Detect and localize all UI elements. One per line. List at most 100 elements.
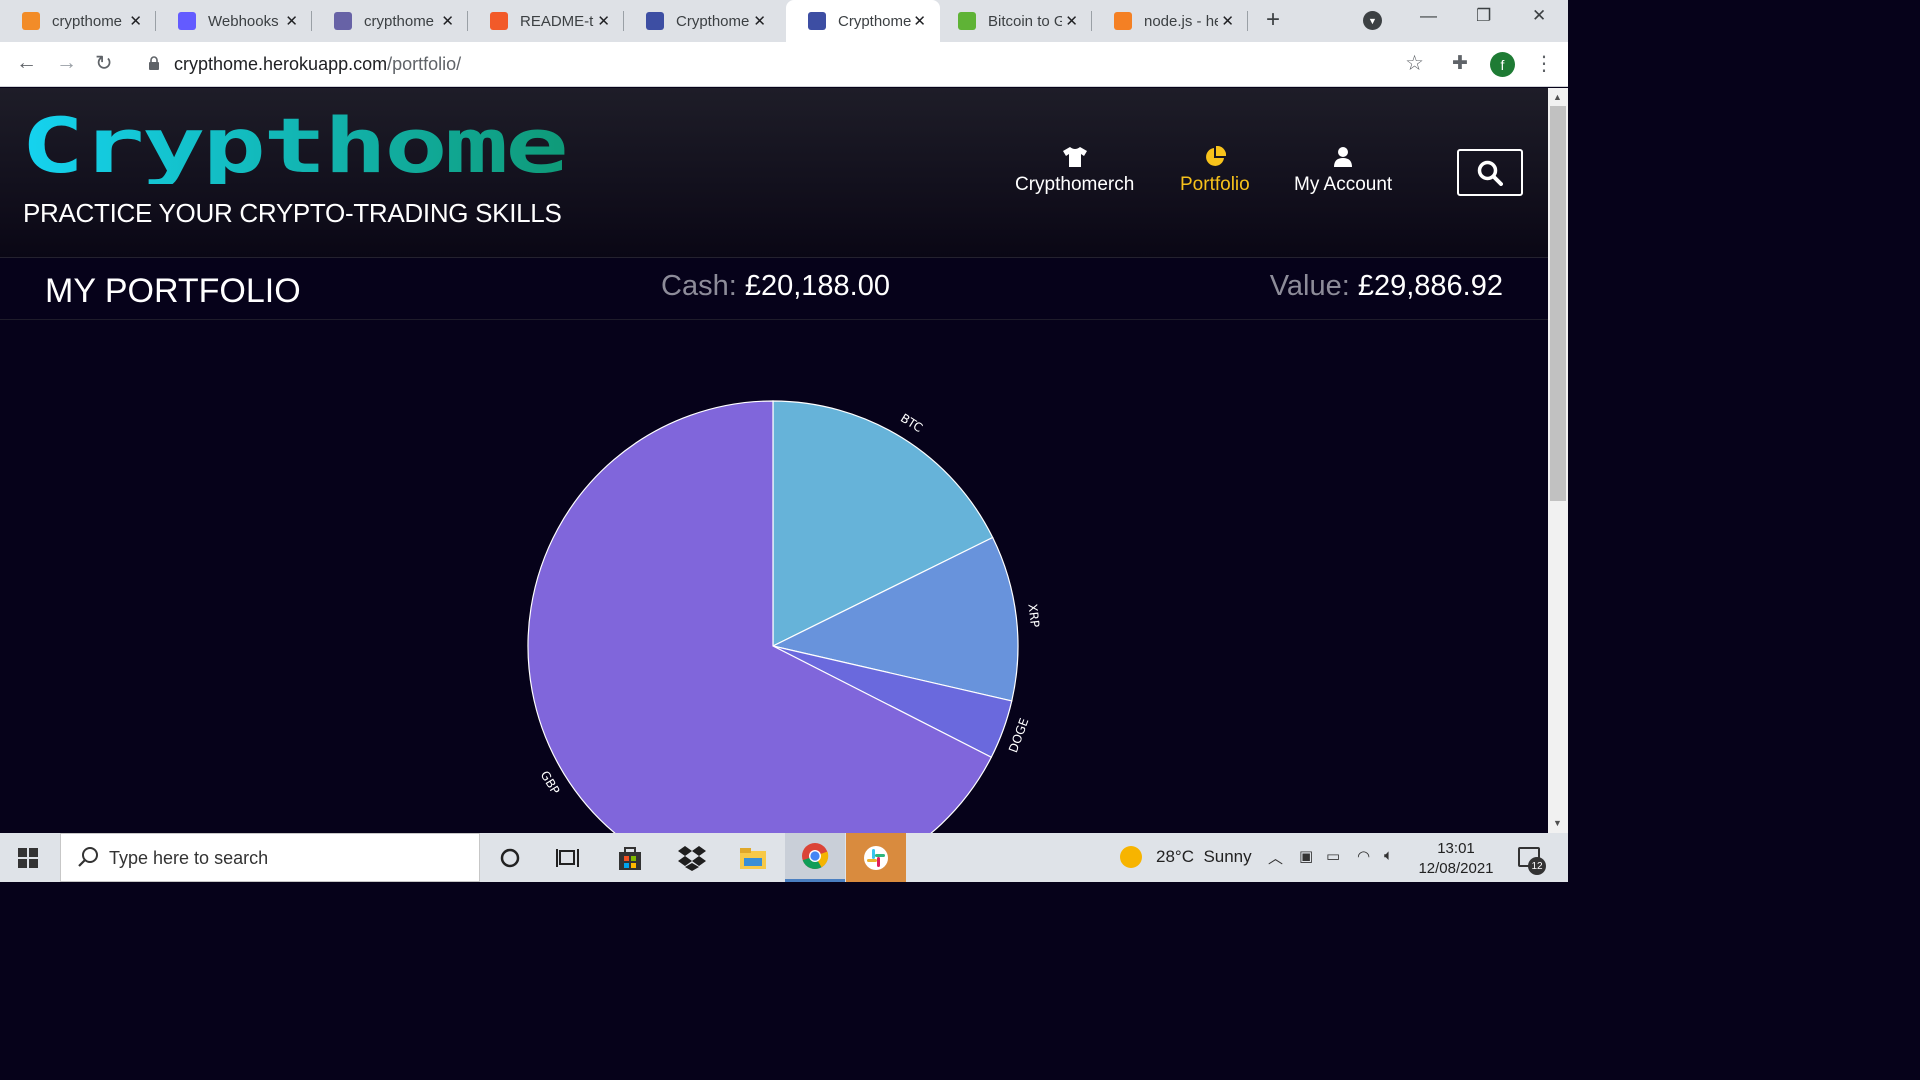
- minimize-icon[interactable]: —: [1420, 6, 1437, 26]
- url-text: crypthome.herokuapp.com/portfolio/: [174, 54, 461, 75]
- browser-tab-title: Crypthome: [676, 12, 750, 30]
- task-view-icon[interactable]: [538, 833, 598, 882]
- portfolio-value: Value: £29,886.92: [1270, 270, 1503, 303]
- url-path: /portfolio/: [387, 54, 462, 74]
- tab-separator: [1247, 11, 1248, 31]
- browser-tab[interactable]: Crypthome ✕: [624, 0, 780, 42]
- logo-text: Crypthome: [21, 114, 566, 184]
- user-icon: [1334, 147, 1353, 167]
- stackoverflow-icon: [1114, 12, 1132, 30]
- chrome-taskbar-icon[interactable]: [785, 833, 845, 882]
- browser-tab-title: Webhooks: [208, 12, 279, 30]
- pie-label-gbp: GBP: [538, 768, 563, 796]
- clock-date: 12/08/2021: [1418, 860, 1494, 877]
- value-amount: £29,886.92: [1357, 270, 1503, 302]
- browser-tab-title: node.js - he: [1144, 12, 1218, 30]
- close-tab-icon[interactable]: ✕: [441, 12, 454, 30]
- site-tagline: PRACTICE YOUR CRYPTO-TRADING SKILLS: [23, 198, 562, 228]
- pie-label-btc: BTC: [898, 411, 925, 435]
- meet-now-icon[interactable]: ▣: [1299, 847, 1313, 865]
- stripe-icon: [178, 12, 196, 30]
- cortana-icon[interactable]: [480, 833, 540, 882]
- system-clock[interactable]: 13:01 12/08/2021: [1410, 839, 1502, 879]
- pie-chart-icon: [1205, 146, 1226, 166]
- reload-icon[interactable]: ↻: [95, 51, 113, 76]
- weather-widget[interactable]: 28°C Sunny: [1120, 846, 1252, 868]
- browser-tab[interactable]: Bitcoin to G ✕: [936, 0, 1092, 42]
- tshirt-icon: [1062, 147, 1087, 167]
- scroll-up-arrow-icon[interactable]: ▲: [1553, 92, 1562, 102]
- close-tab-icon[interactable]: ✕: [1221, 12, 1234, 30]
- site-search-button[interactable]: [1457, 149, 1523, 196]
- dropbox-icon[interactable]: [662, 833, 722, 882]
- clock-time: 13:01: [1437, 840, 1475, 857]
- browser-tab[interactable]: README-te ✕: [468, 0, 624, 42]
- sun-icon: [1120, 846, 1142, 868]
- portfolio-summary-bar: MY PORTFOLIO Cash: £20,188.00 Value: £29…: [0, 258, 1548, 320]
- scroll-down-arrow-icon[interactable]: ▼: [1553, 818, 1562, 828]
- notification-count: 12: [1528, 857, 1546, 875]
- browser-tab-title: crypthome: [364, 12, 435, 30]
- close-tab-icon[interactable]: ✕: [1065, 12, 1078, 30]
- nav-portfolio-label: Portfolio: [1180, 174, 1250, 195]
- page-scrollbar[interactable]: ▲ ▼: [1548, 88, 1568, 833]
- slack-icon[interactable]: [846, 833, 906, 882]
- browser-tab[interactable]: node.js - he ✕: [1092, 0, 1248, 42]
- url-host: crypthome.herokuapp.com: [174, 54, 388, 74]
- scrollbar-thumb[interactable]: [1550, 106, 1566, 501]
- nav-portfolio[interactable]: Portfolio: [1180, 146, 1250, 196]
- notification-center-icon[interactable]: 12: [1518, 847, 1546, 875]
- close-tab-icon[interactable]: ✕: [129, 12, 142, 30]
- browser-tab[interactable]: Webhooks ✕: [156, 0, 312, 42]
- battery-icon[interactable]: ▭: [1326, 847, 1340, 865]
- search-icon: [1477, 160, 1503, 186]
- close-tab-icon[interactable]: ✕: [285, 12, 298, 30]
- orange-box-icon: [22, 12, 40, 30]
- show-hidden-icons-chevron-icon[interactable]: ︿: [1268, 847, 1283, 868]
- extensions-puzzle-icon[interactable]: ✚: [1452, 52, 1468, 75]
- nav-my-account-label: My Account: [1294, 174, 1393, 195]
- tab-search-icon[interactable]: ▼: [1363, 11, 1382, 30]
- microsoft-store-icon[interactable]: [600, 833, 660, 882]
- pie-label-xrp: XRP: [1025, 603, 1042, 628]
- taskbar-search-placeholder: Type here to search: [109, 848, 269, 868]
- browser-tab-title: crypthome: [52, 12, 123, 30]
- close-tab-icon[interactable]: ✕: [913, 12, 926, 30]
- browser-menu-icon[interactable]: ⋮: [1534, 51, 1554, 76]
- nav-crypthomerch[interactable]: Crypthomerch: [1015, 146, 1134, 196]
- bookmark-star-icon[interactable]: ☆: [1405, 51, 1424, 76]
- browser-tab-title: README-te: [520, 12, 594, 30]
- coin-icon: [958, 12, 976, 30]
- wifi-icon[interactable]: ◠: [1357, 847, 1370, 865]
- browser-tab-title: Crypthome: [838, 12, 912, 30]
- new-tab-button[interactable]: +: [1266, 6, 1280, 34]
- close-tab-icon[interactable]: ✕: [753, 12, 766, 30]
- cash-label: Cash:: [661, 270, 737, 302]
- weather-temp: 28°C: [1156, 847, 1194, 866]
- windows-start-icon[interactable]: [18, 848, 38, 868]
- site-logo[interactable]: Crypthome: [21, 114, 571, 184]
- browser-tab[interactable]: crypthome ✕: [0, 0, 156, 42]
- profile-avatar[interactable]: f: [1490, 52, 1515, 77]
- nav-my-account[interactable]: My Account: [1294, 146, 1392, 196]
- browser-tab-title: Bitcoin to G: [988, 12, 1062, 30]
- back-icon[interactable]: ←: [16, 51, 37, 75]
- g-icon: [490, 12, 508, 30]
- bitcoin-b-icon: [808, 12, 826, 30]
- browser-tab[interactable]: crypthome ✕: [312, 0, 468, 42]
- page-title: MY PORTFOLIO: [45, 272, 301, 310]
- address-bar[interactable]: crypthome.herokuapp.com/portfolio/ ☆: [134, 47, 1436, 81]
- heroku-icon: [334, 12, 352, 30]
- pie-label-doge: DOGE: [1006, 716, 1031, 754]
- close-window-icon[interactable]: ✕: [1532, 6, 1546, 26]
- file-explorer-icon[interactable]: [723, 833, 783, 882]
- cash-balance: Cash: £20,188.00: [661, 270, 890, 303]
- close-tab-icon[interactable]: ✕: [597, 12, 610, 30]
- volume-icon[interactable]: 🔈︎: [1384, 847, 1393, 864]
- taskbar-search-box[interactable]: Type here to search: [60, 833, 480, 882]
- nav-crypthomerch-label: Crypthomerch: [1015, 174, 1135, 195]
- forward-icon[interactable]: →: [56, 51, 77, 75]
- site-header: Crypthome PRACTICE YOUR CRYPTO-TRADING S…: [0, 88, 1548, 258]
- restore-icon[interactable]: ❐: [1476, 6, 1491, 26]
- browser-tab[interactable]: Crypthome ✕: [786, 0, 940, 42]
